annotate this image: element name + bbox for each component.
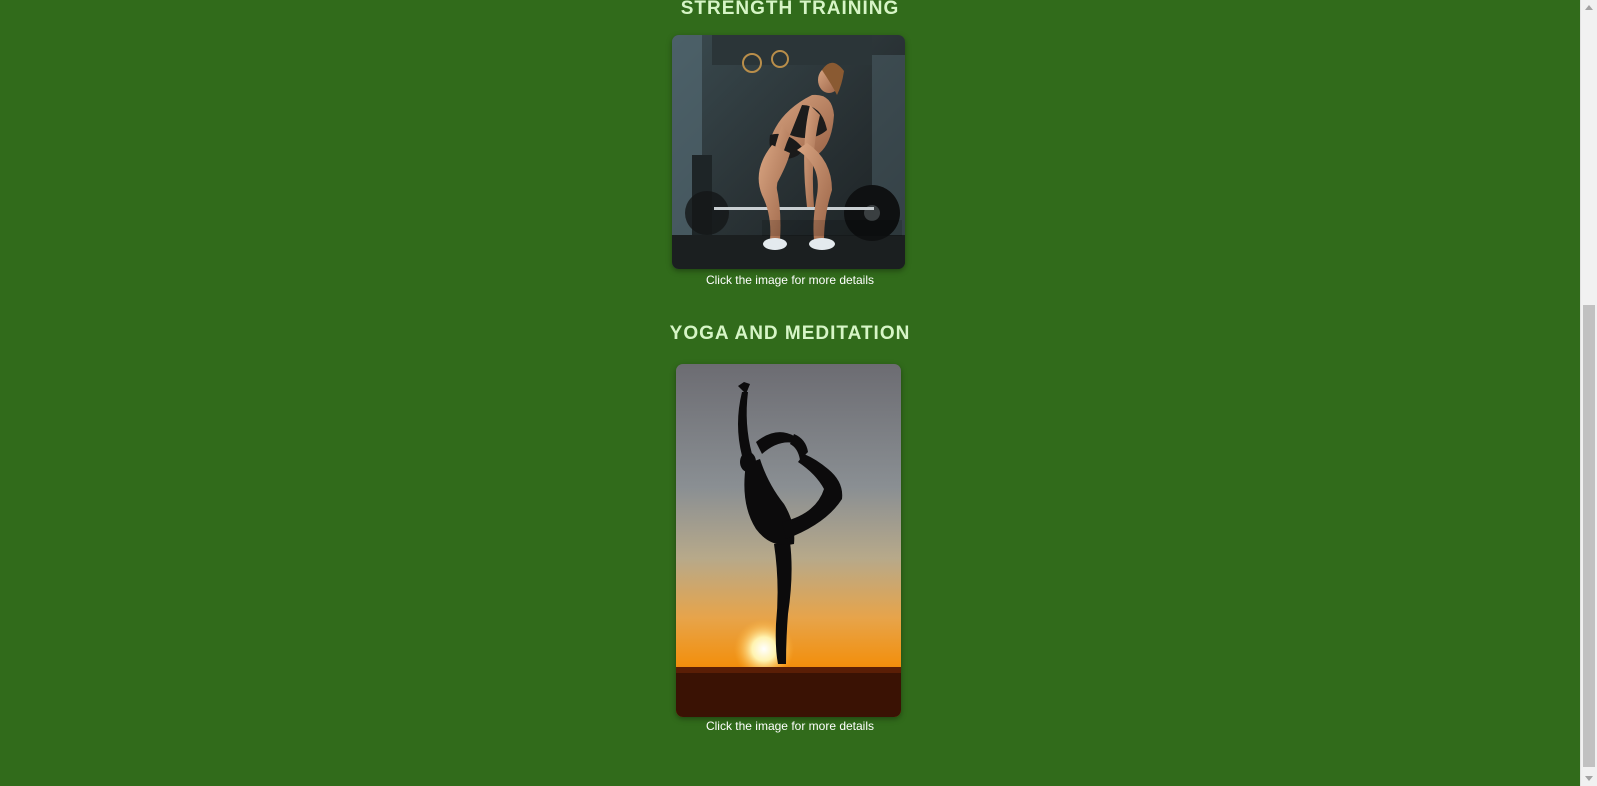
- scrollbar-thumb[interactable]: [1583, 305, 1595, 767]
- strength-training-image[interactable]: [672, 35, 905, 269]
- yoga-meditation-caption: Click the image for more details: [705, 719, 875, 733]
- strength-training-image-link[interactable]: [672, 35, 905, 269]
- page: STRENGTH TRAINING Click the image for mo…: [0, 0, 1597, 786]
- scroll-up-arrow-icon[interactable]: [1585, 5, 1593, 10]
- section-yoga-meditation: YOGA AND MEDITATION: [0, 323, 1580, 345]
- yoga-meditation-image[interactable]: [676, 364, 901, 717]
- section-strength-training: STRENGTH TRAINING: [0, 0, 1580, 20]
- scroll-down-arrow-icon[interactable]: [1585, 776, 1593, 781]
- section-title-yoga-meditation: YOGA AND MEDITATION: [669, 323, 911, 344]
- content-area: STRENGTH TRAINING Click the image for mo…: [0, 0, 1580, 786]
- yoga-meditation-image-link[interactable]: [676, 364, 901, 717]
- vertical-scrollbar[interactable]: [1580, 0, 1597, 786]
- strength-training-caption: Click the image for more details: [705, 273, 875, 287]
- section-title-strength-training: STRENGTH TRAINING: [680, 0, 900, 19]
